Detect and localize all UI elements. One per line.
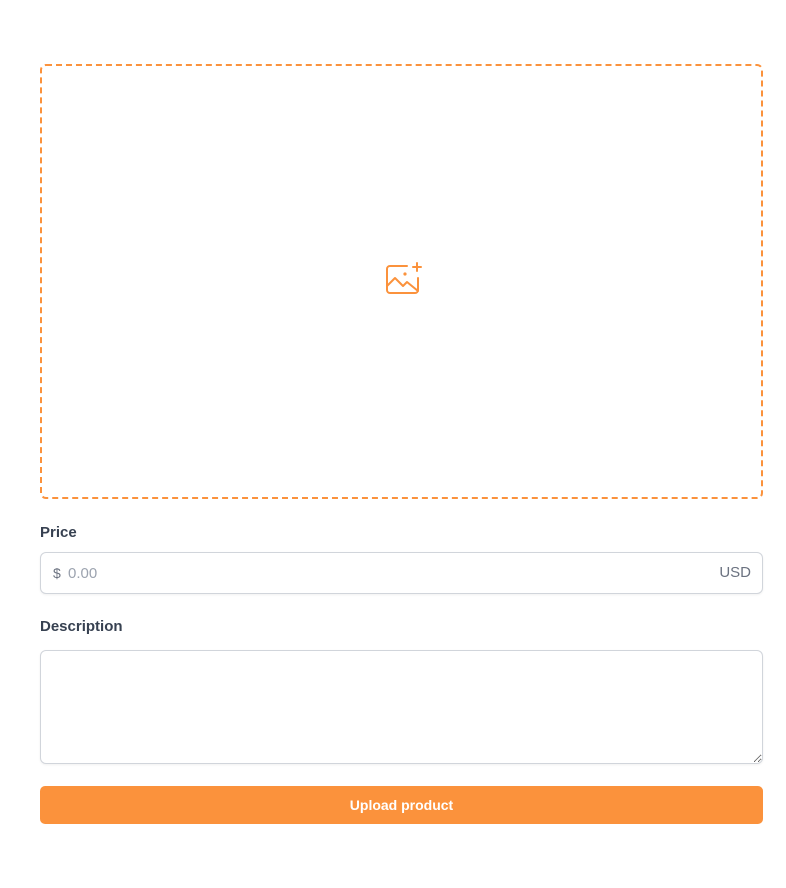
currency-symbol: $ — [53, 565, 61, 581]
description-label: Description — [40, 618, 123, 635]
price-input[interactable] — [68, 553, 688, 593]
price-label: Price — [40, 524, 77, 541]
image-plus-icon — [385, 262, 422, 294]
price-field: $ USD — [40, 552, 763, 594]
description-textarea[interactable] — [40, 650, 763, 764]
upload-product-button[interactable]: Upload product — [40, 786, 763, 824]
image-dropzone[interactable] — [40, 64, 763, 499]
currency-code: USD — [719, 564, 751, 581]
